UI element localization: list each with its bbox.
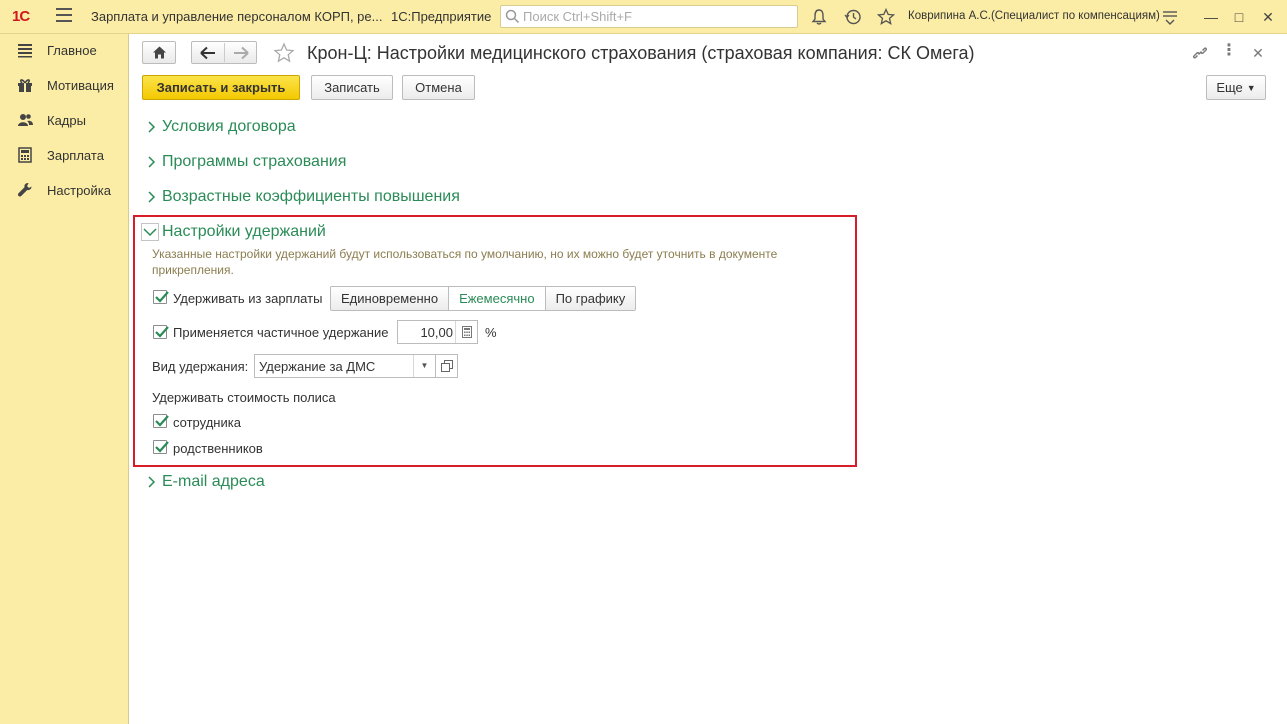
favorite-star-icon[interactable] — [273, 42, 295, 64]
bell-icon[interactable] — [810, 8, 828, 26]
link-icon[interactable] — [1191, 44, 1209, 62]
group-title: Программы страхования — [162, 153, 347, 170]
home-icon — [153, 46, 166, 59]
partial-percent-value: 10,00 — [420, 325, 453, 340]
open-deduction-kind-button[interactable] — [436, 354, 458, 378]
sidebar-item-label: Настройка — [47, 183, 111, 198]
deduction-kind-select[interactable]: Удержание за ДМС ▼ — [254, 354, 436, 378]
group-title: Возрастные коэффициенты повышения — [162, 188, 460, 205]
group-title: E-mail адреса — [162, 473, 265, 490]
sidebar-item-main[interactable]: Главное — [0, 35, 128, 65]
checkmark-icon — [155, 415, 169, 427]
checkmark-icon — [155, 291, 169, 303]
calculator-icon — [18, 147, 32, 163]
top-bar: 1С Зарплата и управление персоналом КОРП… — [0, 0, 1287, 34]
relatives-checkbox[interactable] — [153, 440, 169, 454]
group-title: Условия договора — [162, 118, 296, 135]
sidebar-item-motivation[interactable]: Мотивация — [0, 70, 128, 100]
chevron-down-icon: ▼ — [1246, 83, 1256, 94]
close-form-icon[interactable]: ✕ — [1249, 44, 1267, 62]
global-search[interactable] — [500, 5, 798, 28]
mode-schedule[interactable]: По графику — [545, 287, 636, 310]
save-and-close-button[interactable]: Записать и закрыть — [142, 75, 300, 100]
withhold-salary-checkbox[interactable] — [153, 290, 169, 304]
gift-icon — [18, 79, 32, 92]
partial-deduction-checkbox[interactable] — [153, 325, 169, 339]
relatives-label: родственников — [173, 441, 263, 456]
sidebar-item-salary[interactable]: Зарплата — [0, 140, 128, 170]
sidebar-item-label: Мотивация — [47, 78, 114, 93]
sidebar-item-settings[interactable]: Настройка — [0, 175, 128, 205]
search-input[interactable] — [523, 8, 793, 25]
history-nav — [191, 41, 257, 64]
favorites-star-icon[interactable] — [877, 8, 895, 26]
deduction-kind-label: Вид удержания: — [152, 359, 249, 374]
chevron-right-icon — [148, 476, 156, 488]
settings-lines-icon[interactable] — [1161, 8, 1179, 26]
main-menu-icon[interactable] — [56, 8, 72, 22]
chevron-right-icon — [148, 121, 156, 133]
maximize-icon[interactable]: □ — [1230, 8, 1248, 26]
forward-arrow-icon[interactable] — [233, 46, 249, 60]
sidebar-item-label: Зарплата — [47, 148, 104, 163]
checkmark-icon — [155, 441, 169, 453]
calculator-icon — [462, 326, 472, 338]
deduction-mode-switch: Единовременно Ежемесячно По графику — [330, 286, 637, 311]
withhold-salary-label: Удерживать из зарплаты — [173, 291, 323, 306]
menu-lines-icon — [18, 44, 32, 58]
app-logo[interactable]: 1С — [12, 8, 30, 25]
close-window-icon[interactable]: ✕ — [1259, 8, 1277, 26]
mode-monthly[interactable]: Ежемесячно — [449, 287, 546, 310]
chevron-right-icon — [148, 156, 156, 168]
more-button[interactable]: Еще ▼ — [1206, 75, 1266, 100]
cancel-button[interactable]: Отмена — [402, 75, 475, 100]
mode-once[interactable]: Единовременно — [331, 287, 450, 310]
platform-name: 1С:Предприятие — [391, 9, 492, 24]
history-icon[interactable] — [844, 8, 862, 26]
checkmark-icon — [155, 326, 169, 338]
home-button[interactable] — [142, 41, 176, 64]
employee-label: сотрудника — [173, 415, 241, 430]
search-icon — [505, 9, 520, 24]
user-name[interactable]: Коврипина А.С.(Специалист по компенсация… — [908, 10, 1160, 22]
sidebar-item-label: Кадры — [47, 113, 86, 128]
policy-cost-label: Удерживать стоимость полиса — [152, 390, 336, 405]
chevron-right-icon — [148, 191, 156, 203]
sidebar-item-label: Главное — [47, 43, 97, 58]
minimize-icon[interactable]: — — [1202, 8, 1220, 26]
partial-deduction-label: Применяется частичное удержание — [173, 325, 389, 340]
employee-checkbox[interactable] — [153, 414, 169, 428]
save-button[interactable]: Записать — [311, 75, 393, 100]
open-window-icon — [441, 360, 453, 372]
wrench-icon — [17, 183, 32, 197]
percent-sign: % — [485, 325, 497, 340]
partial-percent-input[interactable]: 10,00 — [397, 320, 478, 344]
dropdown-arrow-icon[interactable]: ▼ — [413, 355, 435, 377]
app-title[interactable]: Зарплата и управление персоналом КОРП, р… — [91, 9, 382, 24]
calculator-button[interactable] — [455, 321, 477, 343]
form-area: Крон-Ц: Настройки медицинского страхован… — [130, 34, 1287, 724]
more-button-label: Еще — [1216, 80, 1243, 95]
more-actions-icon[interactable]: ⋮ — [1220, 43, 1238, 62]
deduction-kind-value: Удержание за ДМС — [259, 359, 376, 374]
people-icon — [18, 114, 33, 126]
sections-panel: Главное Мотивация Кадры Зарплата Настрой… — [0, 34, 129, 724]
sidebar-item-hr[interactable]: Кадры — [0, 105, 128, 135]
group-title: Настройки удержаний — [162, 223, 326, 240]
back-arrow-icon[interactable] — [200, 46, 216, 60]
deduction-hint: Указанные настройки удержаний будут испо… — [152, 247, 778, 277]
form-title: Крон-Ц: Настройки медицинского страхован… — [307, 43, 975, 63]
chevron-down-icon — [141, 223, 159, 241]
